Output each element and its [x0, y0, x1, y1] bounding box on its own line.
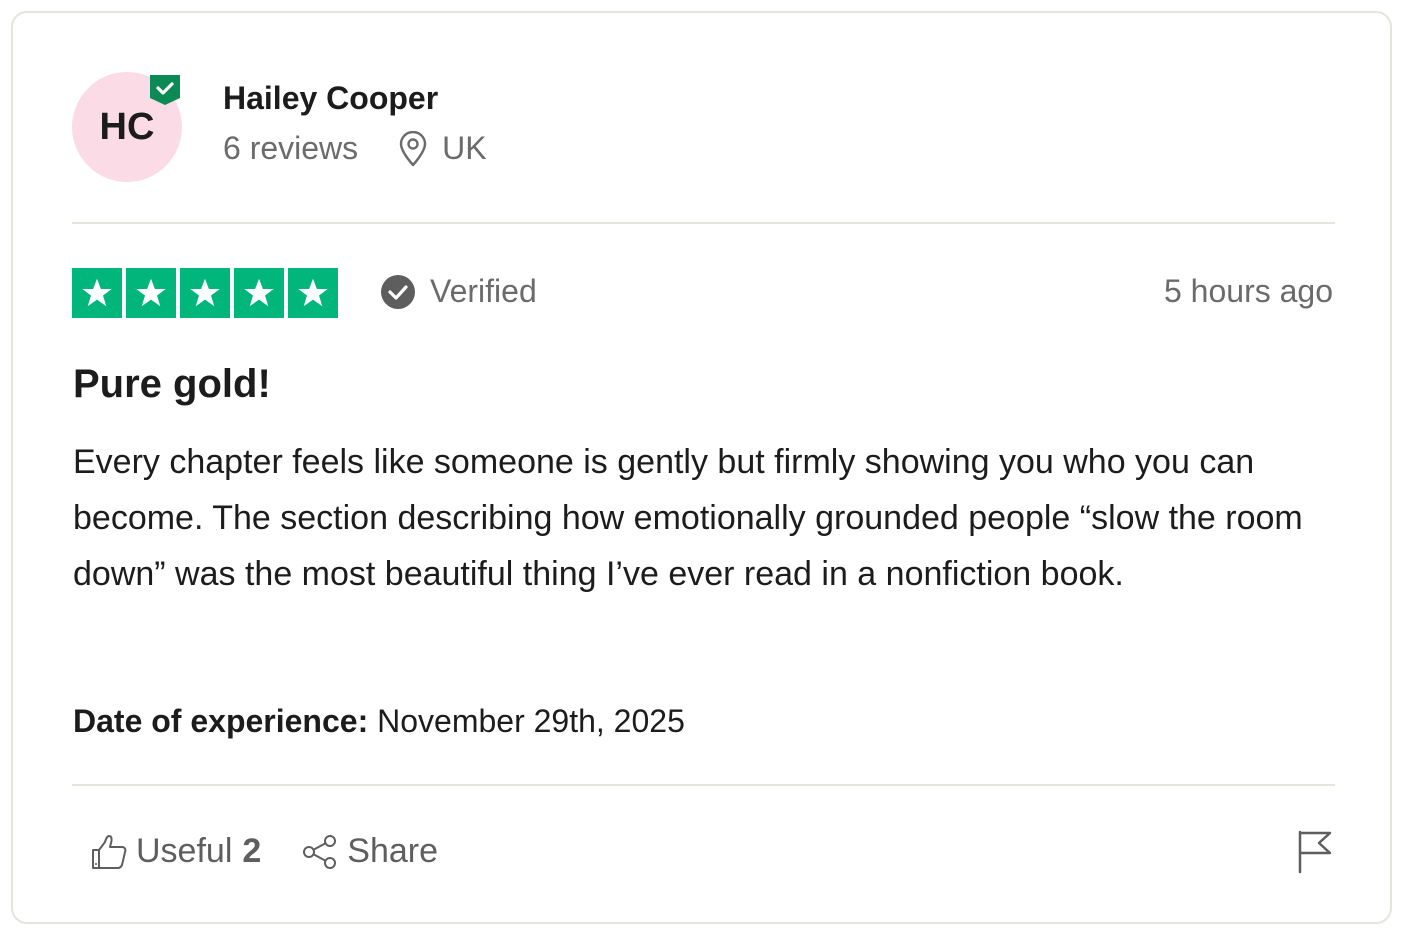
- divider: [72, 784, 1335, 786]
- date-of-experience: Date of experience: November 29th, 2025: [73, 703, 685, 740]
- review-time: 5 hours ago: [1163, 273, 1333, 309]
- verified-label: Verified: [430, 273, 537, 309]
- share-icon: [303, 834, 337, 869]
- share-label: Share: [347, 832, 439, 870]
- verified-status[interactable]: Verified: [380, 273, 537, 310]
- star-icon: [180, 268, 230, 318]
- check-circle-icon: [381, 274, 415, 309]
- reviews-count: 6 reviews: [223, 130, 359, 166]
- flag-icon[interactable]: [1297, 830, 1333, 874]
- review-body: Every chapter feels like someone is gent…: [73, 443, 1303, 593]
- divider: [72, 222, 1335, 224]
- date-value: November 29th, 2025: [377, 703, 685, 739]
- star-icon: [234, 268, 284, 318]
- useful-label: Useful: [136, 832, 233, 870]
- star-icon: [288, 268, 338, 318]
- location-pin-icon: [399, 130, 427, 166]
- verified-badge-icon: [150, 75, 180, 105]
- reviewer-name[interactable]: Hailey Cooper: [223, 80, 438, 117]
- thumbs-up-icon: [92, 834, 127, 869]
- avatar-initials: HC: [99, 105, 155, 148]
- date-label: Date of experience:: [73, 703, 369, 739]
- reviewer-meta: 6 reviews UK: [223, 130, 487, 167]
- review-title[interactable]: Pure gold!: [73, 362, 271, 407]
- useful-count: 2: [242, 832, 262, 870]
- useful-button[interactable]: Useful 2: [90, 832, 261, 871]
- review-actions: Useful 2 Share: [90, 832, 438, 871]
- star-rating: [72, 268, 338, 318]
- share-button[interactable]: Share: [301, 832, 438, 871]
- star-icon: [126, 268, 176, 318]
- star-icon: [72, 268, 122, 318]
- reviewer-location: UK: [442, 130, 487, 166]
